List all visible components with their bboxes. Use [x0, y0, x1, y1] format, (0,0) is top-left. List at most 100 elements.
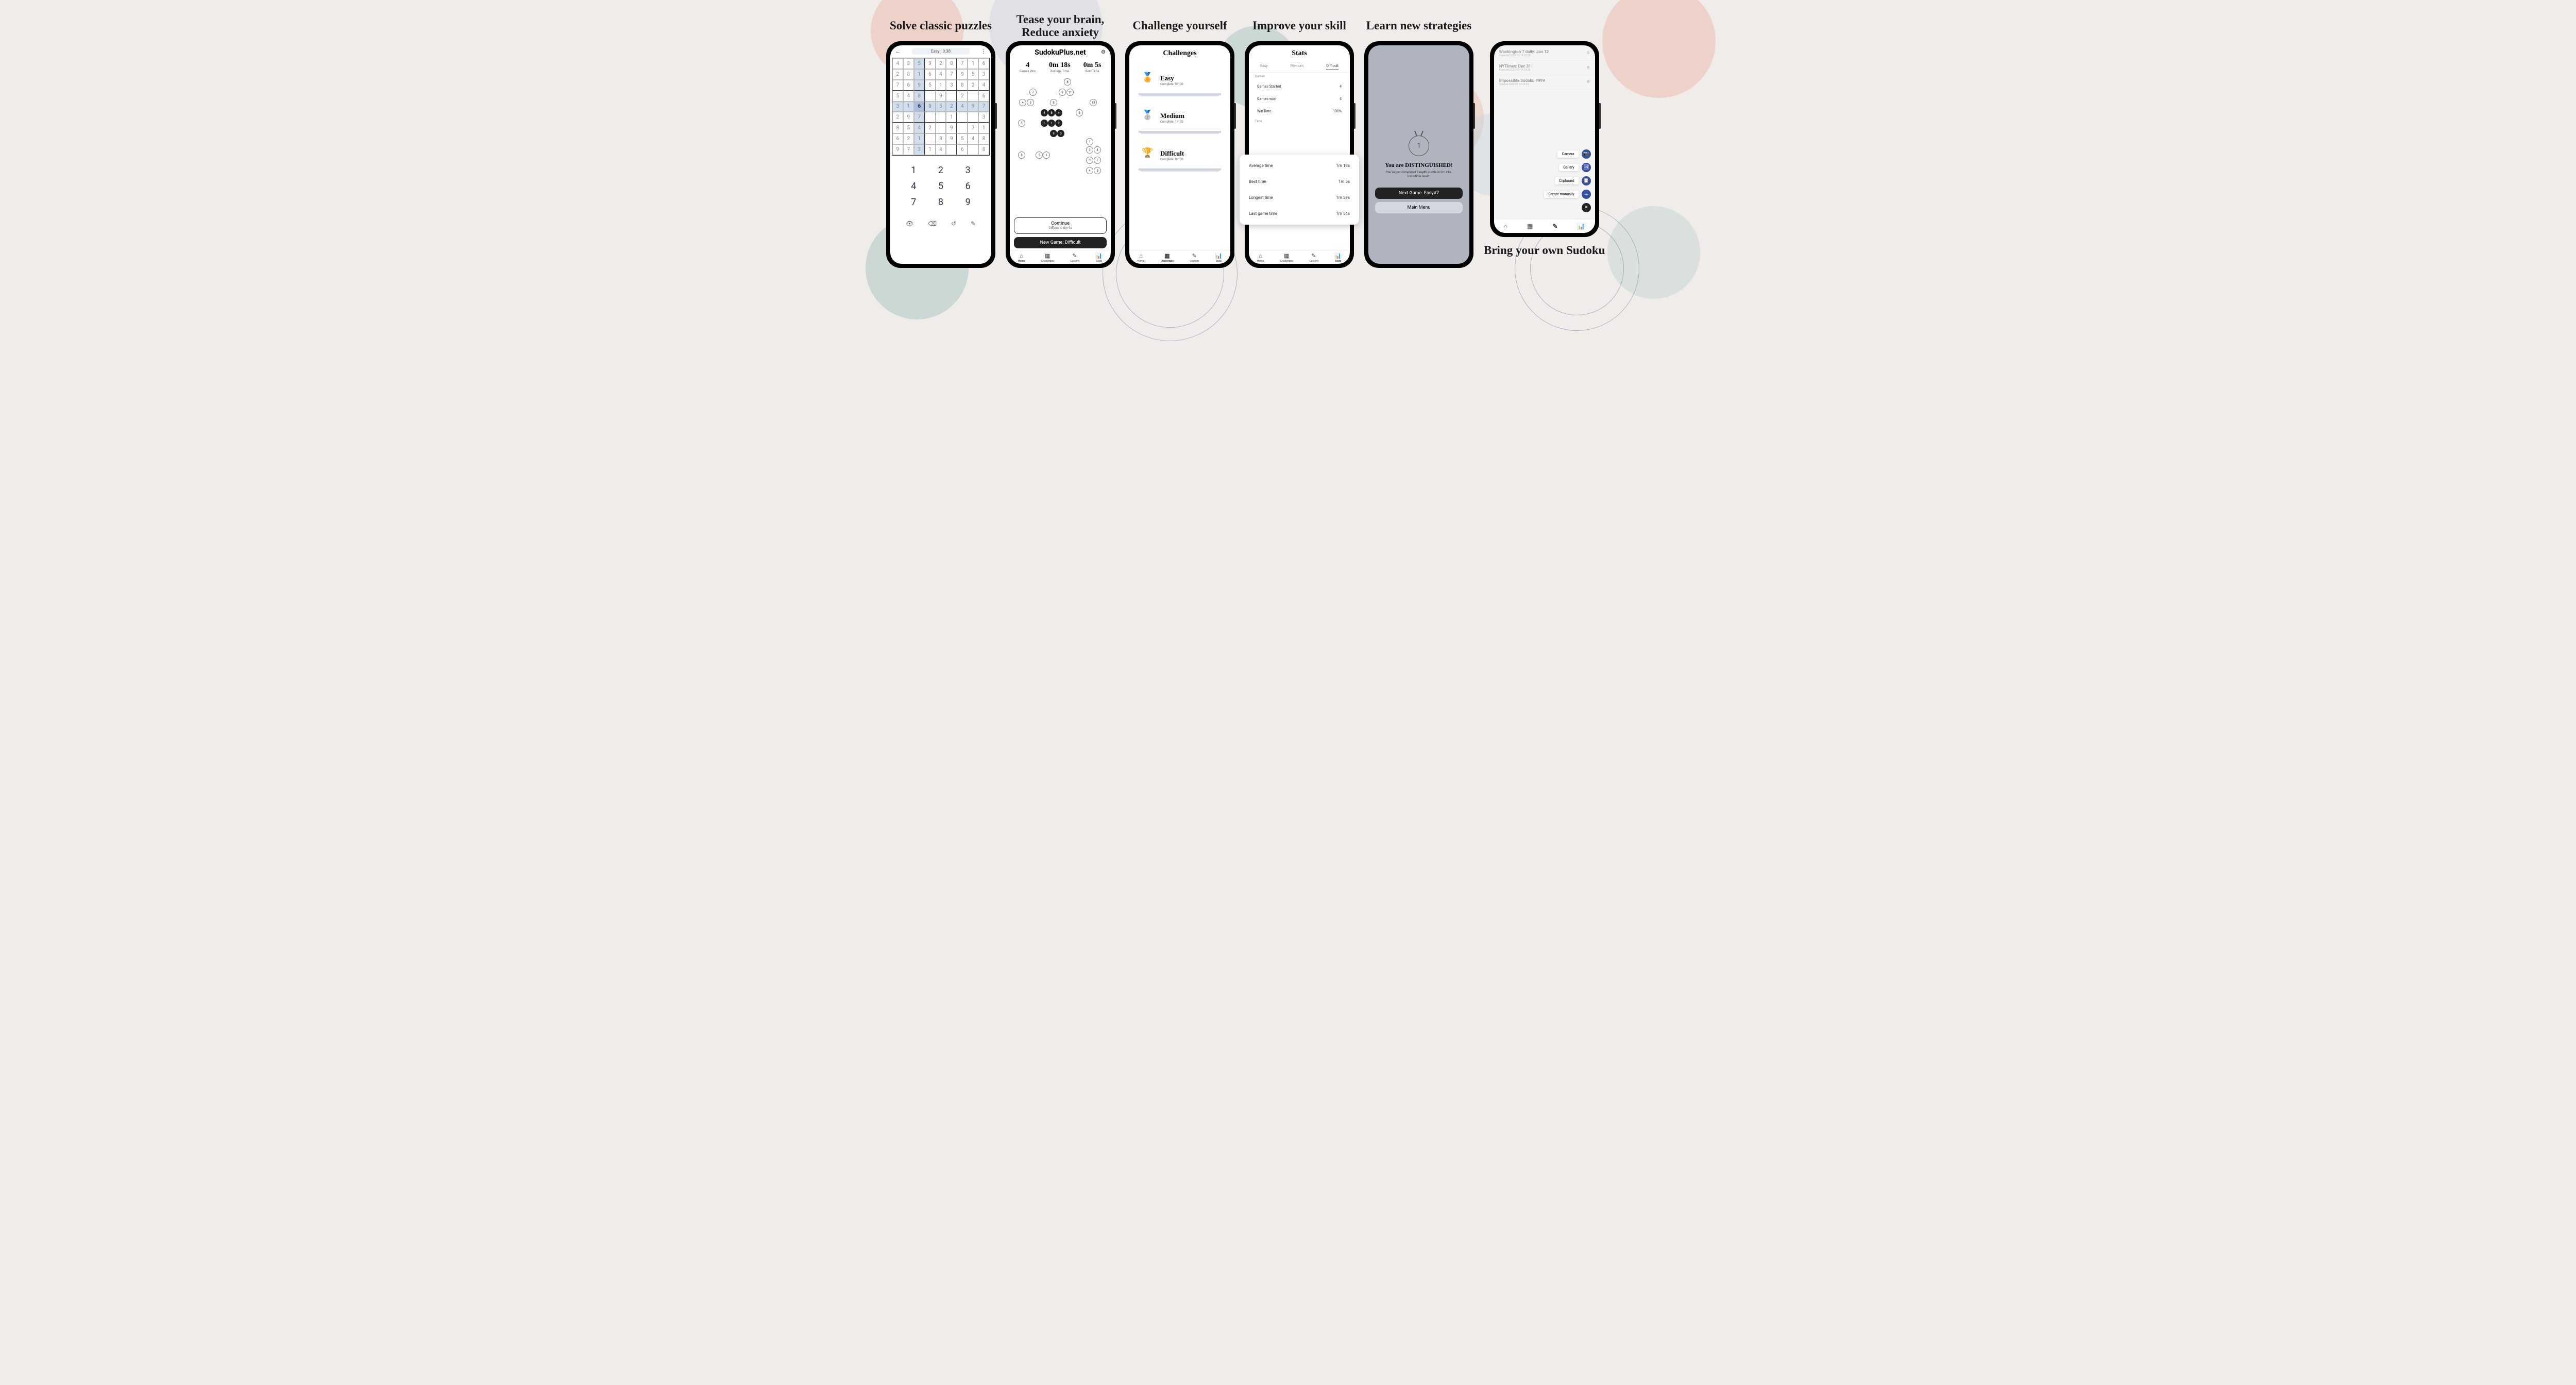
sudoku-cell[interactable]: 9: [892, 144, 903, 155]
sudoku-cell[interactable]: 6: [978, 91, 989, 102]
nav-icon[interactable]: 📊: [1578, 223, 1585, 230]
main-menu-button[interactable]: Main Menu: [1375, 202, 1463, 213]
sudoku-cell[interactable]: 2: [968, 80, 978, 91]
sudoku-cell[interactable]: [968, 112, 978, 123]
nav-item-stats[interactable]: 📊Stats: [1095, 252, 1103, 263]
back-icon[interactable]: ←: [894, 47, 902, 55]
sudoku-cell[interactable]: 4: [903, 91, 914, 102]
delete-icon[interactable]: ⊖: [1586, 79, 1590, 84]
tab-medium[interactable]: Medium: [1291, 64, 1303, 70]
sudoku-cell[interactable]: 8: [925, 102, 936, 112]
numpad-key[interactable]: 3: [957, 165, 979, 176]
sudoku-cell[interactable]: 2: [946, 102, 957, 112]
sudoku-cell[interactable]: 2: [957, 91, 968, 102]
numpad-key[interactable]: 1: [903, 165, 925, 176]
numpad-key[interactable]: 5: [930, 181, 952, 192]
sudoku-cell[interactable]: 9: [914, 80, 925, 91]
history-item[interactable]: NYTimes: Dec 31Imported 2020-01-14 23:25…: [1494, 61, 1595, 75]
sudoku-cell[interactable]: 5: [925, 80, 936, 91]
sudoku-cell[interactable]: 3: [892, 102, 903, 112]
number-pad[interactable]: 123456789: [890, 157, 991, 216]
sudoku-cell[interactable]: [925, 91, 936, 102]
sudoku-cell[interactable]: [957, 123, 968, 133]
bottom-nav[interactable]: ⌂Home ▦Challenges ✎Custom 📊Stats: [1010, 250, 1111, 264]
sudoku-cell[interactable]: 5: [957, 133, 968, 144]
nav-item-custom[interactable]: ✎Custom: [1190, 252, 1198, 263]
sudoku-cell[interactable]: [925, 133, 936, 144]
fab-option-clipboard[interactable]: Clipboard📋: [1555, 176, 1591, 185]
sudoku-cell[interactable]: 1: [914, 69, 925, 80]
sudoku-cell[interactable]: 6: [892, 133, 903, 144]
erase-icon[interactable]: ⌫: [928, 220, 937, 227]
bottom-nav[interactable]: ⌂Home ▦Challenges ✎Custom 📊Stats: [1129, 250, 1230, 264]
sudoku-cell[interactable]: 9: [968, 102, 978, 112]
numpad-key[interactable]: 4: [903, 181, 925, 192]
sudoku-cell[interactable]: 5: [914, 58, 925, 69]
history-item[interactable]: Impossible Sudoku #999Created 2020-01-14…: [1494, 75, 1595, 90]
fab-option-gallery[interactable]: Gallery🖼: [1559, 163, 1590, 172]
sudoku-cell[interactable]: 6: [914, 102, 925, 112]
pencil-icon[interactable]: ✎: [971, 220, 976, 227]
bottom-nav[interactable]: ⌂Home▦Challenges✎Custom📊Stats: [1249, 250, 1350, 264]
sudoku-cell[interactable]: 1: [914, 133, 925, 144]
settings-icon[interactable]: ⚙: [1101, 49, 1106, 55]
challenge-card-difficult[interactable]: 🏆DifficultComplete: 0/100: [1137, 142, 1223, 168]
hint-icon[interactable]: 👁: [906, 220, 913, 227]
sudoku-board[interactable]: 4359287162816479537695138245489263168524…: [892, 58, 990, 156]
sudoku-cell[interactable]: 3: [978, 69, 989, 80]
sudoku-cell[interactable]: 4: [936, 144, 946, 155]
tab-easy[interactable]: Easy: [1260, 64, 1268, 70]
sudoku-cell[interactable]: [946, 91, 957, 102]
fab-close-icon[interactable]: ✕: [1582, 203, 1591, 212]
sudoku-cell[interactable]: 1: [968, 58, 978, 69]
stats-tabs[interactable]: EasyMediumDifficult: [1249, 62, 1350, 73]
sudoku-cell[interactable]: 2: [892, 69, 903, 80]
sudoku-cell[interactable]: 4: [978, 80, 989, 91]
nav-item-challenges[interactable]: ▦Challenges: [1280, 252, 1293, 263]
numpad-key[interactable]: 7: [903, 197, 925, 208]
nav-item-stats[interactable]: 📊Stats: [1215, 252, 1223, 263]
bottom-nav[interactable]: ⌂▦✎📊: [1494, 219, 1595, 233]
sudoku-cell[interactable]: 4: [957, 102, 968, 112]
sudoku-cell[interactable]: 8: [892, 123, 903, 133]
nav-item-home[interactable]: ⌂Home: [1018, 252, 1025, 263]
challenge-card-easy[interactable]: 🏅EasyComplete: 5/100: [1137, 67, 1223, 93]
sudoku-cell[interactable]: 9: [903, 112, 914, 123]
more-options-icon[interactable]: ⋮: [980, 47, 987, 55]
sudoku-cell[interactable]: 5: [936, 102, 946, 112]
next-game-button[interactable]: Next Game: Easy#7: [1375, 188, 1463, 199]
sudoku-cell[interactable]: 6: [925, 69, 936, 80]
sudoku-cell[interactable]: 1: [978, 123, 989, 133]
nav-item-home[interactable]: ⌂Home: [1138, 252, 1144, 263]
nav-icon[interactable]: ⌂: [1504, 223, 1507, 230]
sudoku-cell[interactable]: 8: [957, 80, 968, 91]
nav-item-custom[interactable]: ✎Custom: [1070, 252, 1079, 263]
sudoku-cell[interactable]: 8: [978, 133, 989, 144]
nav-item-challenges[interactable]: ▦Challenges: [1041, 252, 1054, 263]
numpad-key[interactable]: 8: [930, 197, 952, 208]
sudoku-cell[interactable]: 2: [903, 133, 914, 144]
nav-item-stats[interactable]: 📊Stats: [1334, 252, 1342, 263]
sudoku-cell[interactable]: 7: [903, 144, 914, 155]
new-game-button[interactable]: New Game: Difficult: [1014, 237, 1107, 248]
sudoku-cell[interactable]: 7: [978, 102, 989, 112]
sudoku-cell[interactable]: 8: [903, 69, 914, 80]
sudoku-cell[interactable]: 3: [914, 144, 925, 155]
sudoku-cell[interactable]: 7: [946, 69, 957, 80]
nav-icon[interactable]: ▦: [1527, 223, 1533, 230]
numpad-key[interactable]: 9: [957, 197, 979, 208]
nav-item-challenges[interactable]: ▦Challenges: [1161, 252, 1174, 263]
sudoku-cell[interactable]: 6: [957, 144, 968, 155]
sudoku-cell[interactable]: 3: [946, 80, 957, 91]
fab-option-camera[interactable]: Camera📷: [1557, 149, 1590, 159]
nav-item-home[interactable]: ⌂Home: [1257, 252, 1264, 263]
sudoku-cell[interactable]: 7: [957, 58, 968, 69]
numpad-key[interactable]: 2: [930, 165, 952, 176]
sudoku-cell[interactable]: [946, 144, 957, 155]
sudoku-cell[interactable]: 9: [946, 133, 957, 144]
sudoku-cell[interactable]: 2: [936, 58, 946, 69]
continue-button[interactable]: Continue Difficult ⏱ 0m 9s: [1014, 217, 1107, 234]
sudoku-cell[interactable]: 2: [925, 123, 936, 133]
sudoku-cell[interactable]: 7: [892, 80, 903, 91]
sudoku-cell[interactable]: 8: [946, 58, 957, 69]
